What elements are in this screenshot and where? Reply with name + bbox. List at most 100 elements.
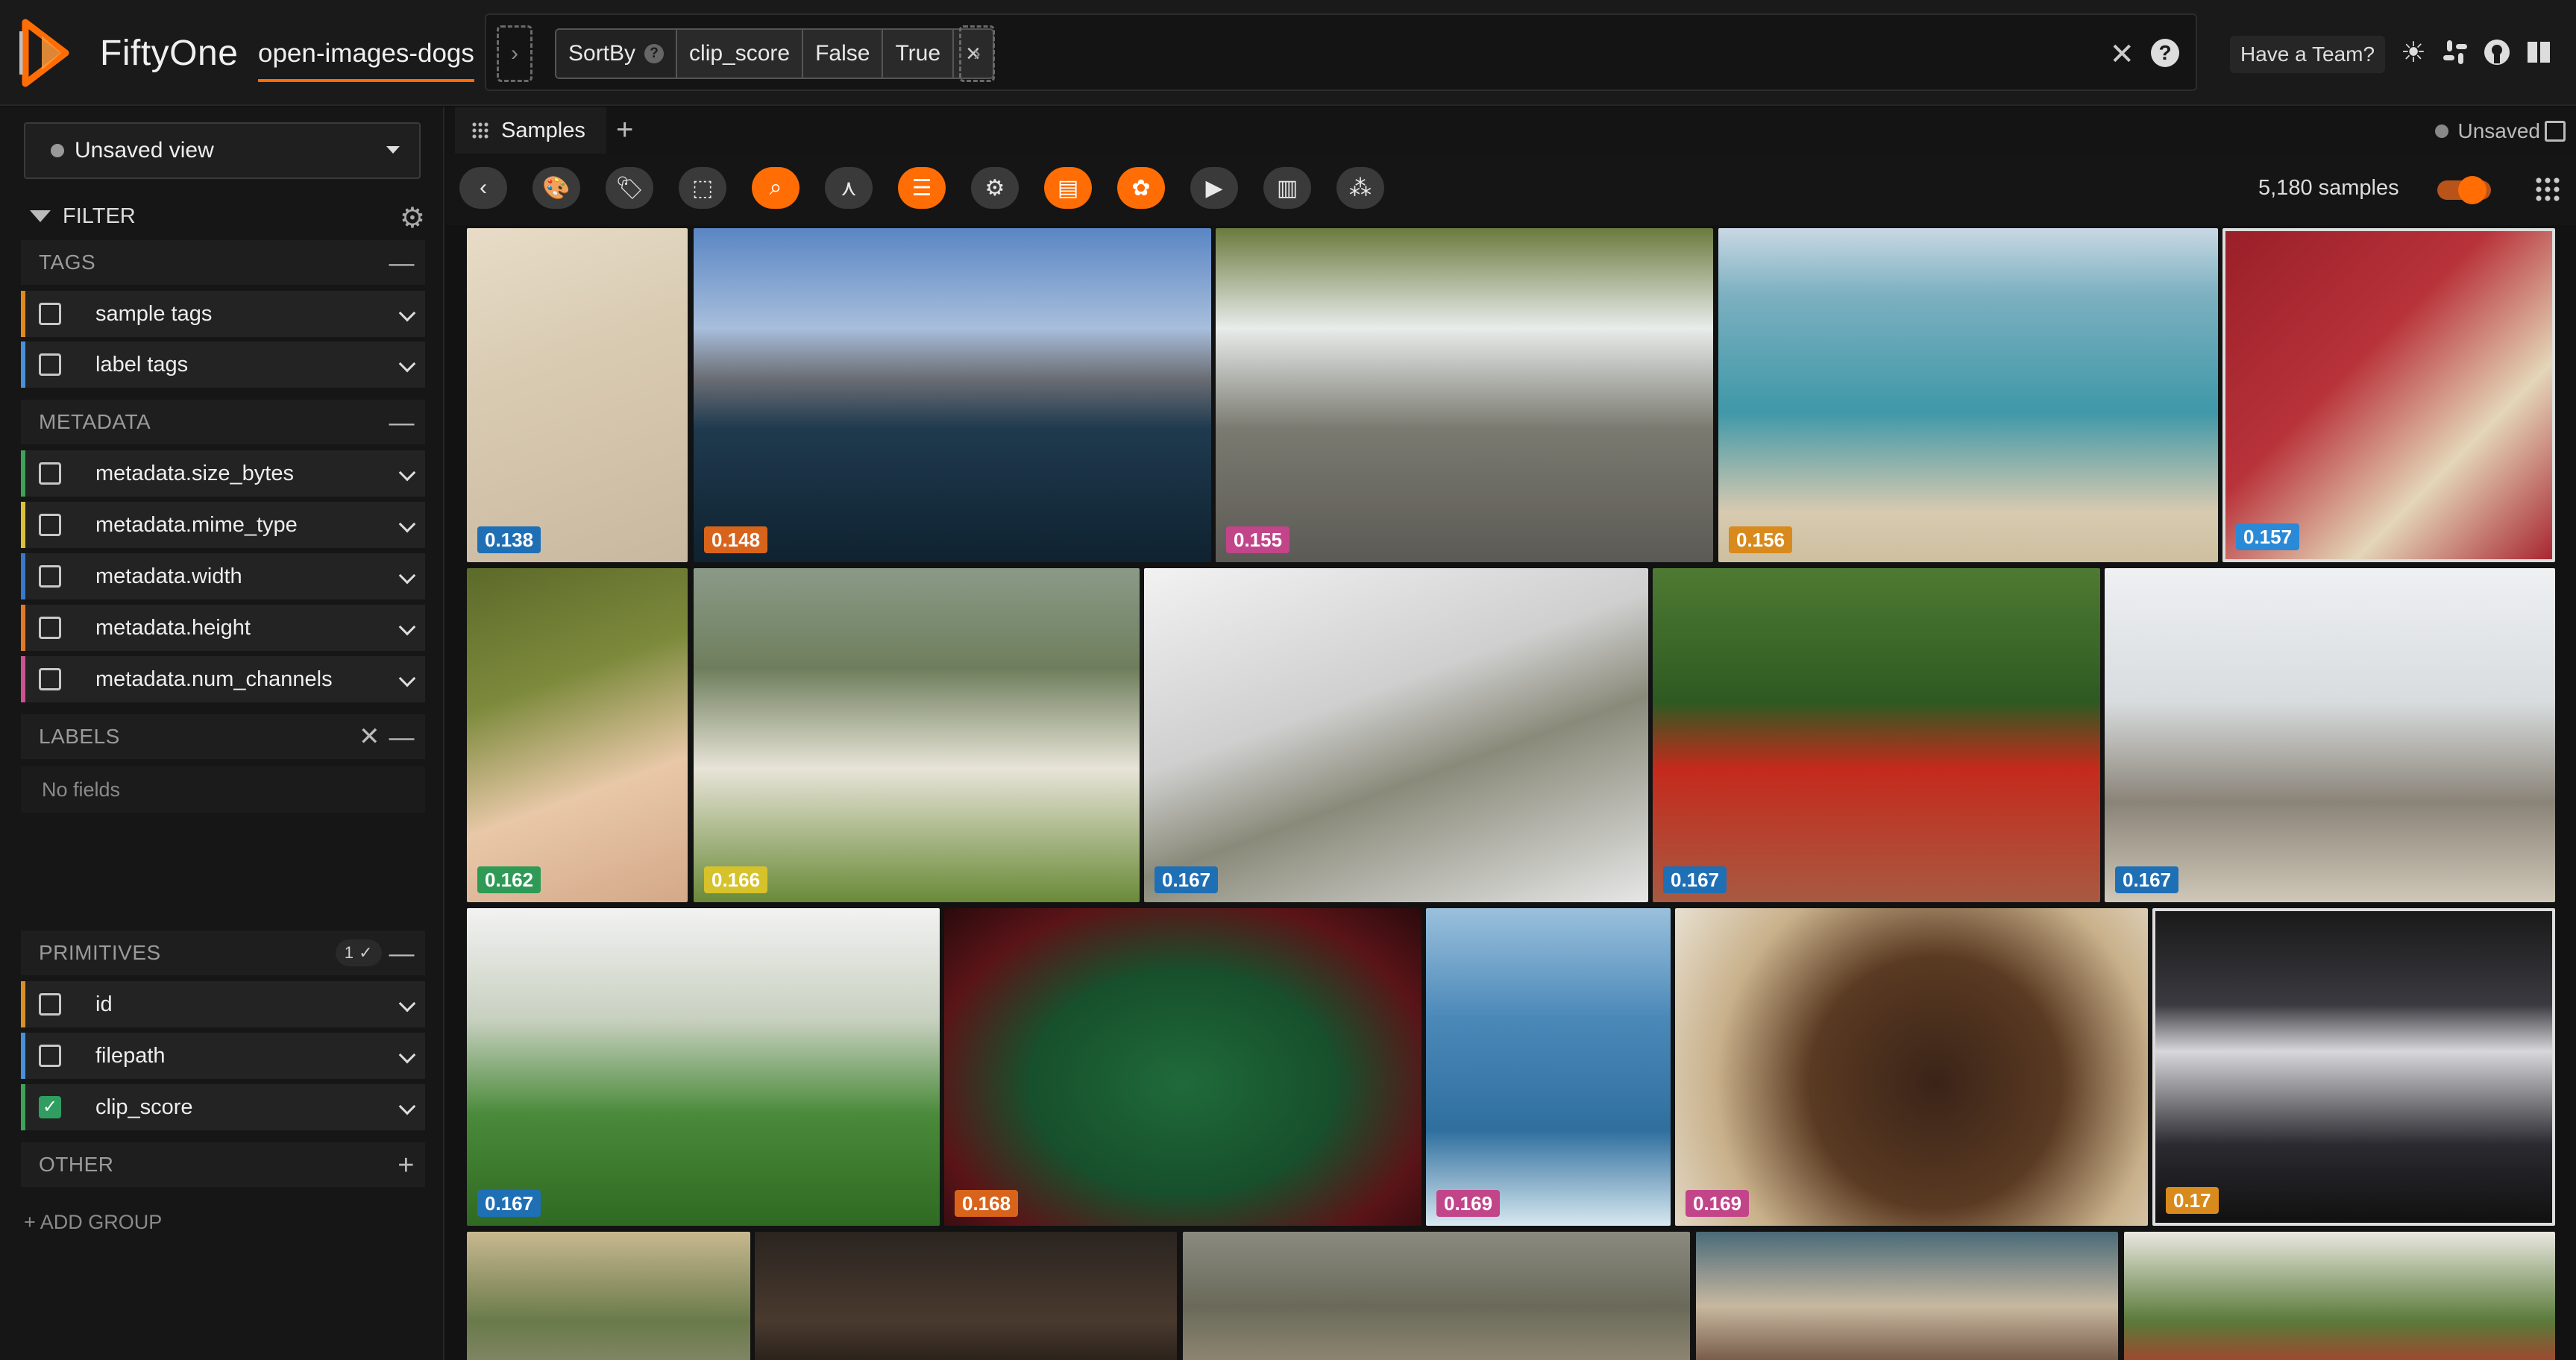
similarity-icon[interactable]: ⋏	[825, 167, 873, 209]
sample-tile[interactable]: 0.17	[2152, 908, 2555, 1226]
tab-samples[interactable]: Samples	[455, 107, 606, 154]
field-checkbox[interactable]	[39, 565, 61, 588]
chevron-down-icon[interactable]	[398, 515, 416, 533]
view-help-icon[interactable]: ?	[2151, 39, 2179, 67]
field-checkbox[interactable]	[39, 668, 61, 690]
group-header-other[interactable]: OTHER +	[21, 1142, 425, 1187]
sample-tile[interactable]: 0.148	[694, 228, 1211, 562]
browse-operations-icon[interactable]: ▤	[1044, 167, 1092, 209]
chart-icon[interactable]: ▥	[1263, 167, 1311, 209]
sample-tile[interactable]: 0.169	[1675, 908, 2148, 1226]
chevron-down-icon[interactable]	[398, 670, 416, 687]
dataset-selector[interactable]: open-images-dogs	[258, 39, 474, 82]
list-icon[interactable]: ☰	[898, 167, 946, 209]
field-row-num-channels[interactable]: metadata.num_channels	[21, 656, 425, 702]
group-header-primitives[interactable]: PRIMITIVES 1 ✓ —	[21, 931, 425, 975]
field-checkbox-checked[interactable]	[39, 1096, 61, 1118]
slack-icon[interactable]	[2439, 36, 2472, 69]
chevron-down-icon[interactable]	[398, 1046, 416, 1064]
workspace-status[interactable]: Unsaved	[2435, 119, 2540, 143]
add-panel-button[interactable]: +	[616, 113, 633, 147]
sample-tile[interactable]: 0.157	[2222, 228, 2555, 562]
group-header-metadata[interactable]: METADATA —	[21, 400, 425, 444]
add-stage-after-button[interactable]: ›	[959, 25, 995, 82]
sample-tile[interactable]	[1183, 1232, 1690, 1360]
tag-icon[interactable]: 🏷	[606, 167, 653, 209]
sample-tile[interactable]: 0.155	[1216, 228, 1713, 562]
github-icon[interactable]	[2481, 36, 2513, 69]
field-checkbox[interactable]	[39, 1045, 61, 1067]
collapse-icon[interactable]: —	[389, 409, 415, 438]
sample-tile[interactable]: 0.169	[1426, 908, 1671, 1226]
palette-icon[interactable]: 🎨	[533, 167, 580, 209]
theme-sun-icon[interactable]: ☀	[2397, 36, 2430, 69]
view-stage-sortby[interactable]: SortBy ? clip_score False True ×	[555, 28, 994, 79]
video-icon[interactable]: ▶	[1190, 167, 1238, 209]
select-icon[interactable]: ⬚	[679, 167, 726, 209]
field-checkbox[interactable]	[39, 514, 61, 536]
clear-view-icon[interactable]: ✕	[2109, 37, 2134, 72]
stage-param-reverse[interactable]: False	[803, 30, 884, 78]
sample-tile[interactable]: 0.162	[467, 568, 688, 902]
sample-tile[interactable]	[2124, 1232, 2555, 1360]
stage-help-icon[interactable]: ?	[644, 44, 665, 63]
sample-tile[interactable]: 0.167	[1144, 568, 1648, 902]
grid-size-icon[interactable]	[2534, 176, 2560, 201]
field-row-id[interactable]: id	[21, 981, 425, 1027]
stage-param-field[interactable]: clip_score	[677, 30, 804, 78]
media-toggle[interactable]	[2437, 176, 2491, 204]
collapse-icon[interactable]: —	[389, 939, 415, 969]
chevron-down-icon[interactable]	[398, 304, 416, 322]
clip-score-badge: 0.167	[2115, 866, 2179, 893]
field-row-label-tags[interactable]: label tags	[21, 341, 425, 388]
team-button[interactable]: Have a Team?	[2230, 36, 2386, 73]
group-header-labels[interactable]: LABELS ✕ —	[21, 714, 425, 759]
collapse-icon[interactable]: —	[389, 249, 415, 278]
group-header-tags[interactable]: TAGS —	[21, 240, 425, 285]
field-row-size-bytes[interactable]: metadata.size_bytes	[21, 450, 425, 497]
field-checkbox[interactable]	[39, 353, 61, 376]
sample-tile[interactable]	[1696, 1232, 2118, 1360]
layout-icon[interactable]	[2545, 121, 2566, 142]
field-row-clip-score[interactable]: clip_score	[21, 1084, 425, 1130]
chevron-down-icon[interactable]	[398, 618, 416, 636]
settings-icon[interactable]: ⚙	[971, 167, 1019, 209]
stage-param-nulls[interactable]: True	[883, 30, 955, 78]
sample-tile[interactable]	[755, 1232, 1177, 1360]
sample-tile[interactable]: 0.167	[2105, 568, 2555, 902]
chevron-down-icon[interactable]	[398, 567, 416, 585]
field-checkbox[interactable]	[39, 993, 61, 1016]
embeddings-icon[interactable]: ⁂	[1336, 167, 1384, 209]
field-checkbox[interactable]	[39, 303, 61, 325]
back-icon[interactable]: ‹	[459, 167, 507, 209]
saved-view-select[interactable]: Unsaved view	[24, 122, 421, 179]
sample-tile[interactable]: 0.138	[467, 228, 688, 562]
search-icon[interactable]: ⌕	[752, 167, 799, 209]
expand-icon[interactable]: +	[398, 1150, 415, 1182]
chevron-down-icon[interactable]	[398, 1098, 416, 1115]
add-group-button[interactable]: + ADD GROUP	[24, 1211, 162, 1234]
close-icon[interactable]: ✕	[359, 722, 380, 752]
sample-tile[interactable]: 0.156	[1718, 228, 2218, 562]
openai-icon[interactable]: ✿	[1117, 167, 1165, 209]
sample-tile[interactable]: 0.167	[467, 908, 940, 1226]
sample-tile[interactable]: 0.167	[1653, 568, 2100, 902]
gear-icon[interactable]: ⚙	[400, 201, 425, 235]
field-row-mime-type[interactable]: metadata.mime_type	[21, 502, 425, 548]
sample-tile[interactable]	[467, 1232, 750, 1360]
chevron-down-icon[interactable]	[398, 355, 416, 373]
chevron-down-icon[interactable]	[398, 464, 416, 482]
add-stage-before-button[interactable]: ›	[497, 25, 533, 82]
fiftyone-logo-icon[interactable]	[19, 18, 81, 88]
collapse-icon[interactable]: —	[389, 723, 415, 752]
field-row-width[interactable]: metadata.width	[21, 553, 425, 599]
field-checkbox[interactable]	[39, 462, 61, 485]
field-row-sample-tags[interactable]: sample tags	[21, 291, 425, 337]
field-checkbox[interactable]	[39, 617, 61, 639]
field-row-height[interactable]: metadata.height	[21, 605, 425, 651]
sample-tile[interactable]: 0.168	[944, 908, 1421, 1226]
docs-book-icon[interactable]	[2522, 36, 2555, 69]
chevron-down-icon[interactable]	[398, 995, 416, 1013]
field-row-filepath[interactable]: filepath	[21, 1033, 425, 1079]
sample-tile[interactable]: 0.166	[694, 568, 1140, 902]
